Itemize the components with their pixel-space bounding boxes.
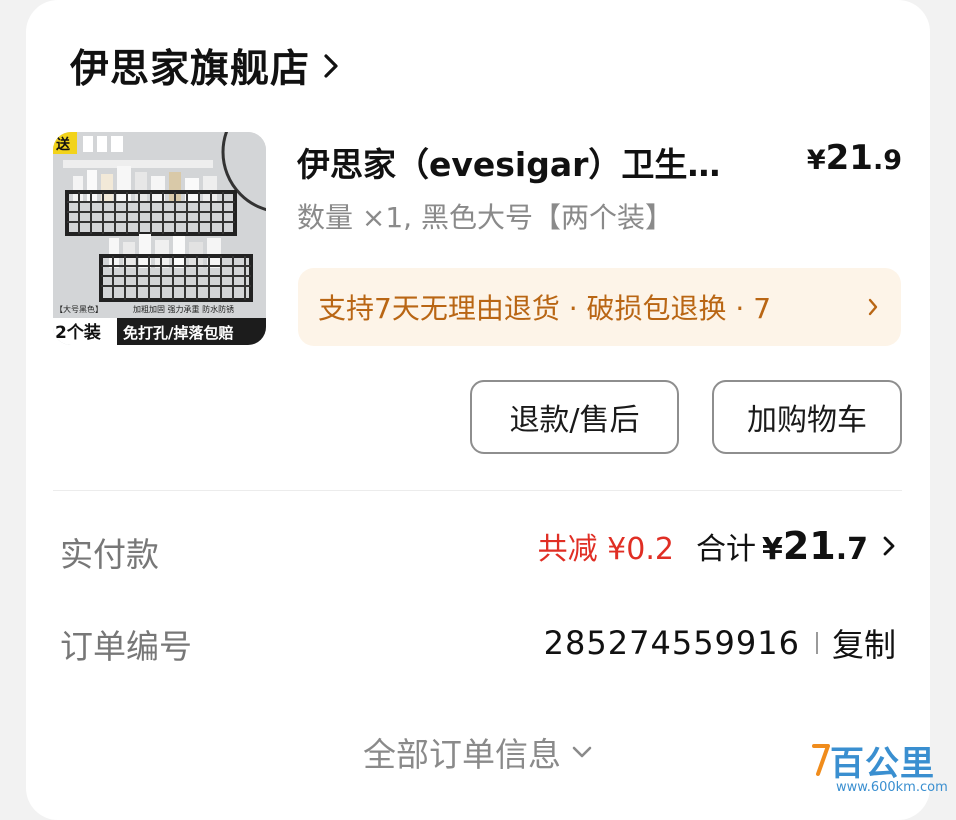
add-to-cart-button[interactable]: 加购物车 [712,380,902,454]
product-price: ¥21.9 [807,138,902,178]
total-integer: 21 [782,524,836,568]
total-label: 合计 [695,532,756,567]
separator [815,632,818,654]
service-text: 支持7天无理由退货 · 破损包退换 · 7 [318,292,772,325]
thumb-badge: 送 [55,136,71,153]
payment-summary[interactable]: 共减 ¥0.2 合计 ¥21.7 [538,524,896,568]
order-number: 285274559916 [543,624,800,662]
watermark-text: 百公里 [830,744,935,784]
thumb-features: 加粗加固 强力承重 防水防锈 [133,304,234,314]
chevron-right-icon [882,535,896,557]
shop-name[interactable]: 伊思家旗舰店 [70,38,310,94]
price-integer: 21 [825,138,873,178]
total-decimal: .7 [835,532,868,567]
chevron-down-icon [571,745,593,759]
total-currency: ¥ [761,532,783,567]
product-image[interactable]: 送 【大号黑色】 加粗加固 强力承重 防水防锈 2个装 免打孔/掉落包赔 [53,132,266,345]
refund-aftersale-button[interactable]: 退款/售后 [470,380,679,454]
payment-label: 实付款 [60,535,159,574]
watermark-logo-icon [810,742,832,782]
thumb-tag-count: 2个装 [55,322,101,343]
all-order-info-toggle[interactable]: 全部订单信息 [26,728,930,776]
order-number-row: 285274559916 复制 [544,620,896,666]
watermark: 百公里 www.600km.com [810,736,950,798]
order-card: 伊思家旗舰店 送 【大号黑色】 加粗加固 强力承重 防水防锈 2个装 免打孔/掉… [26,0,930,820]
discount-amount: 共减 ¥0.2 [537,532,674,567]
price-decimal: .9 [872,145,902,176]
thumb-bottom-text: 免打孔/掉落包赔 [123,324,233,342]
thumb-tag-small: 【大号黑色】 [55,304,103,314]
product-title[interactable]: 伊思家（evesigar）卫生… [297,138,767,186]
all-order-info-label: 全部订单信息 [363,735,561,774]
order-number-label: 订单编号 [60,627,192,666]
watermark-url: www.600km.com [836,780,948,795]
chevron-right-icon [867,297,879,317]
chevron-right-icon [322,53,340,79]
price-currency: ¥ [806,145,826,176]
service-guarantee-banner[interactable]: 支持7天无理由退货 · 破损包退换 · 7 [298,268,901,346]
product-sku: 数量 ×1, 黑色大号【两个装】 [297,201,673,234]
copy-button[interactable]: 复制 [832,620,896,666]
shop-header[interactable]: 伊思家旗舰店 [70,38,340,94]
divider [53,490,902,491]
